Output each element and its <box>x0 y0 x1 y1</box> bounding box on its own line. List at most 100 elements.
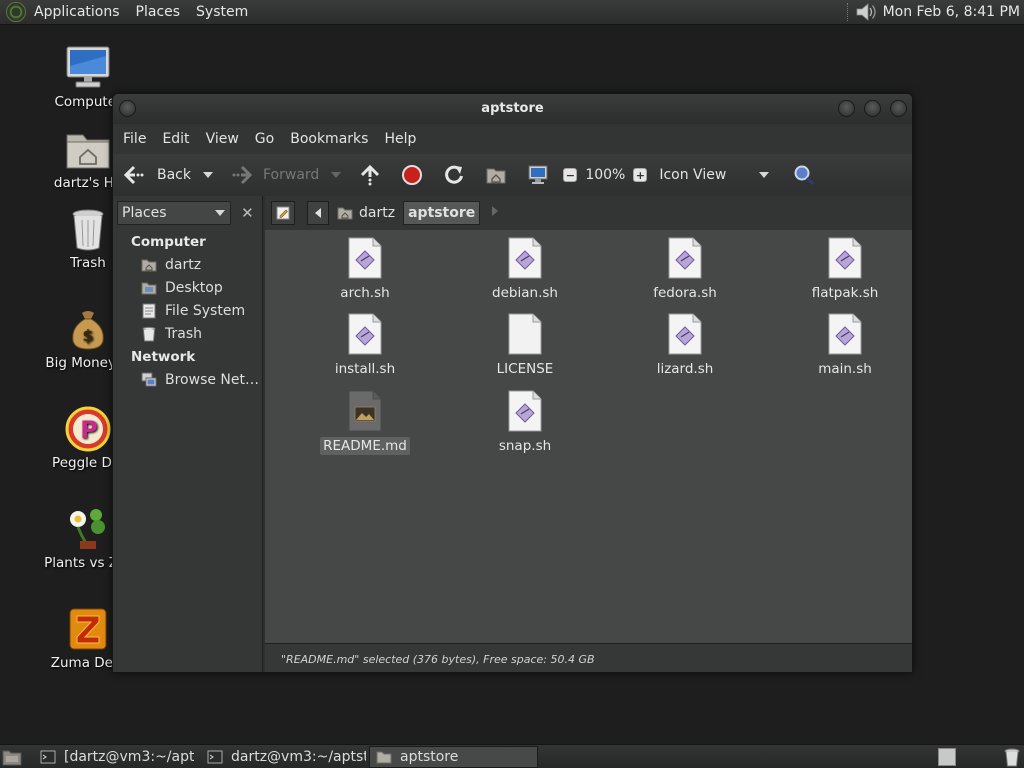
stop-button[interactable] <box>401 160 423 190</box>
sidebar-item-label: File System <box>165 302 246 319</box>
view-mode-select[interactable]: Icon View <box>659 160 777 190</box>
file-item[interactable]: main.sh <box>785 312 905 378</box>
back-history-dropdown[interactable] <box>191 160 213 190</box>
trash-icon[interactable] <box>1003 747 1021 767</box>
up-arrow-icon <box>361 164 380 186</box>
back-button[interactable]: Back <box>123 160 191 190</box>
computer-button[interactable] <box>527 160 549 190</box>
sidebar-item-trash[interactable]: Trash <box>113 322 262 345</box>
sidebar-selector-label: Places <box>122 205 167 221</box>
status-text: "README.md" selected (376 bytes), Free s… <box>281 652 595 666</box>
clock[interactable]: Mon Feb 6, 8:41 PM <box>883 4 1024 20</box>
breadcrumb-scroll-right[interactable] <box>490 205 500 221</box>
status-bar: "README.md" selected (376 bytes), Free s… <box>265 643 912 672</box>
chevron-down-icon <box>203 172 213 178</box>
zoom-in-button[interactable]: + <box>633 160 648 190</box>
sidebar-item-label: dartz <box>165 256 202 273</box>
sidebar-close-button[interactable]: ✕ <box>237 202 258 224</box>
script-file-icon <box>508 390 542 432</box>
sidebar-item-filesystem[interactable]: File System <box>113 299 262 322</box>
home-folder-icon <box>66 134 110 169</box>
applications-menu[interactable]: Applications <box>26 0 128 25</box>
menu-file[interactable]: File <box>115 131 154 147</box>
up-button[interactable] <box>359 160 381 190</box>
back-label: Back <box>157 167 191 183</box>
network-icon <box>141 372 157 386</box>
places-menu[interactable]: Places <box>128 0 189 25</box>
close-button[interactable] <box>890 100 907 117</box>
sidebar-item-browse-network[interactable]: Browse Net… <box>113 368 262 391</box>
chevron-right-icon <box>492 206 499 216</box>
system-menu[interactable]: System <box>188 0 256 25</box>
file-item[interactable]: flatpak.sh <box>785 236 905 302</box>
desktop-icon <box>141 282 157 294</box>
money-bag-icon: $ <box>72 311 104 350</box>
location-bar: dartz aptstore <box>265 196 912 230</box>
file-name: debian.sh <box>492 285 558 301</box>
computer-icon <box>66 46 110 88</box>
home-icon <box>141 259 157 271</box>
taskbar-item-label: dartz@vm3:~/aptst… <box>231 749 366 765</box>
trash-icon <box>142 326 156 341</box>
show-desktop-icon[interactable] <box>2 748 22 766</box>
breadcrumb-aptstore[interactable]: aptstore <box>403 201 481 225</box>
file-item[interactable]: install.sh <box>305 312 425 378</box>
breadcrumb-dartz[interactable]: dartz <box>333 201 399 225</box>
plants-icon <box>70 509 105 549</box>
sidebar-section-network: Network <box>131 349 196 365</box>
forward-button[interactable]: Forward <box>229 160 319 190</box>
image-file-icon <box>348 390 382 432</box>
forward-history-dropdown[interactable] <box>319 160 342 190</box>
window-title: aptstore <box>481 101 544 116</box>
maximize-button[interactable] <box>864 100 881 117</box>
menu-bookmarks[interactable]: Bookmarks <box>282 131 376 147</box>
menu-go[interactable]: Go <box>247 131 282 147</box>
file-item[interactable]: snap.sh <box>465 389 585 455</box>
sidebar-selector[interactable]: Places <box>117 201 231 225</box>
reload-button[interactable] <box>443 160 465 190</box>
file-item[interactable]: arch.sh <box>305 236 425 302</box>
workspace-switcher[interactable] <box>938 748 956 766</box>
minimize-button[interactable] <box>838 100 855 117</box>
file-name: README.md <box>320 437 410 455</box>
top-panel: Applications Places System Mon Feb 6, 8:… <box>0 0 1024 25</box>
file-name: LICENSE <box>496 361 554 377</box>
breadcrumb-label: aptstore <box>408 205 476 221</box>
script-file-icon <box>508 237 542 279</box>
location-entry-toggle[interactable] <box>271 201 295 225</box>
trash-icon <box>72 209 104 251</box>
taskbar-item-terminal-2[interactable]: dartz@vm3:~/aptst… <box>201 746 366 768</box>
file-item[interactable]: LICENSE <box>465 312 585 378</box>
file-item[interactable]: debian.sh <box>465 236 585 302</box>
breadcrumb-scroll-left[interactable] <box>307 201 329 225</box>
search-button[interactable] <box>793 160 815 190</box>
distro-logo-icon[interactable] <box>6 2 26 22</box>
script-file-icon <box>828 237 862 279</box>
home-button[interactable] <box>485 160 507 190</box>
panel-menu-bar: Applications Places System <box>0 0 256 25</box>
sidebar-item-desktop[interactable]: Desktop <box>113 276 262 299</box>
computer-icon <box>528 165 548 184</box>
window-titlebar[interactable]: aptstore <box>113 94 912 124</box>
volume-icon[interactable] <box>855 2 877 22</box>
sidebar-item-dartz[interactable]: dartz <box>113 253 262 276</box>
script-file-icon <box>668 237 702 279</box>
file-item[interactable]: lizard.sh <box>625 312 745 378</box>
zoom-level[interactable]: 100% <box>585 160 625 190</box>
menu-help[interactable]: Help <box>376 131 424 147</box>
file-item[interactable]: fedora.sh <box>625 236 745 302</box>
close-icon: ✕ <box>241 204 254 222</box>
file-name: install.sh <box>334 361 396 377</box>
menu-view[interactable]: View <box>198 131 247 147</box>
taskbar-item-terminal-1[interactable]: [dartz@vm3:~/apts… <box>34 746 194 768</box>
menu-edit[interactable]: Edit <box>154 131 197 147</box>
file-icon-view[interactable]: arch.sh debian.sh fedora.sh flatpak.sh insta… <box>265 230 912 643</box>
chevron-down-icon <box>214 210 225 216</box>
taskbar-item-aptstore[interactable]: aptstore <box>369 746 538 768</box>
filesystem-icon <box>142 303 156 318</box>
taskbar-item-label: aptstore <box>400 749 459 765</box>
panel-separator <box>846 3 849 21</box>
taskbar-item-label: [dartz@vm3:~/apts… <box>64 749 194 765</box>
zoom-out-button[interactable]: − <box>563 160 578 190</box>
file-item[interactable]: README.md <box>305 389 425 455</box>
